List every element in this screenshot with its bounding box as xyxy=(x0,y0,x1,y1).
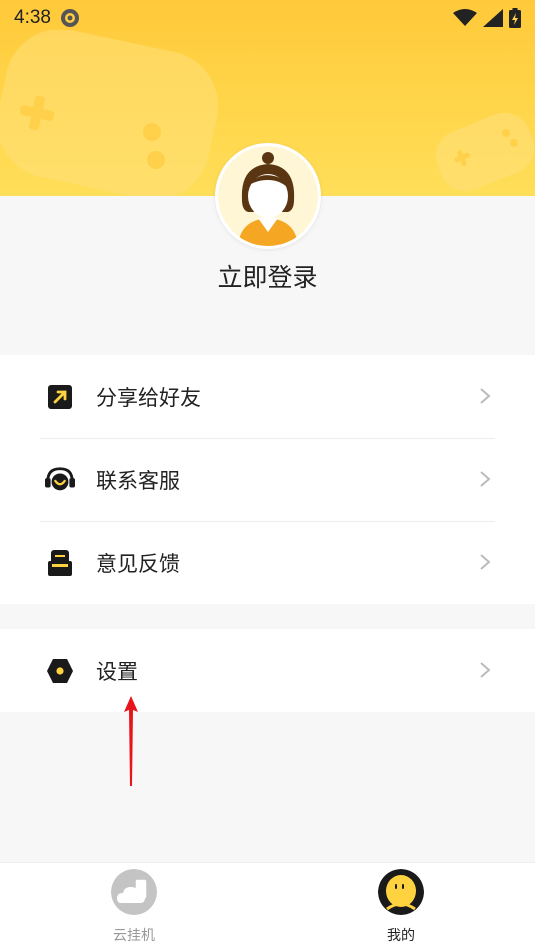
profile-face-icon xyxy=(378,869,424,915)
menu-card: 分享给好友 联系客服 意见反馈 xyxy=(0,355,535,604)
tab-cloud-hosting[interactable]: 云挂机 xyxy=(74,869,194,945)
menu-item-label: 意见反馈 xyxy=(96,551,180,576)
signal-icon xyxy=(483,9,503,27)
gear-hexagon-icon xyxy=(45,656,75,686)
chevron-right-icon xyxy=(480,662,491,678)
gamepad-decoration-small-icon xyxy=(435,112,535,192)
menu-item-customer-service[interactable]: 联系客服 xyxy=(0,438,535,521)
chevron-right-icon xyxy=(480,554,491,570)
user-avatar[interactable] xyxy=(215,143,321,249)
chevron-right-icon xyxy=(480,388,491,404)
menu-item-settings[interactable]: 设置 xyxy=(0,629,535,712)
cloud-phone-icon xyxy=(111,869,157,915)
battery-charging-icon xyxy=(509,8,521,28)
settings-card: 设置 xyxy=(0,629,535,712)
shield-badge-icon xyxy=(60,9,79,27)
share-arrow-icon xyxy=(45,382,75,412)
menu-item-label: 分享给好友 xyxy=(96,385,201,410)
chevron-right-icon xyxy=(480,471,491,487)
wifi-icon xyxy=(453,9,477,26)
gamepad-decoration-icon xyxy=(0,30,219,196)
default-avatar-icon xyxy=(218,146,318,246)
tab-label: 我的 xyxy=(387,928,415,944)
status-time: 4:38 xyxy=(14,7,51,28)
tab-label: 云挂机 xyxy=(113,928,155,944)
tab-mine[interactable]: 我的 xyxy=(341,869,461,945)
menu-item-feedback[interactable]: 意见反馈 xyxy=(0,521,535,604)
settings-label: 设置 xyxy=(96,659,138,684)
annotation-arrow-icon xyxy=(124,696,138,786)
bottom-tab-bar: 云挂机 我的 xyxy=(0,862,535,951)
menu-item-label: 联系客服 xyxy=(96,468,180,493)
menu-item-share[interactable]: 分享给好友 xyxy=(0,355,535,438)
login-now-link[interactable]: 立即登录 xyxy=(0,258,535,294)
status-bar: 4:38 xyxy=(0,0,535,36)
feedback-icon xyxy=(45,548,75,578)
headset-icon xyxy=(45,465,75,495)
